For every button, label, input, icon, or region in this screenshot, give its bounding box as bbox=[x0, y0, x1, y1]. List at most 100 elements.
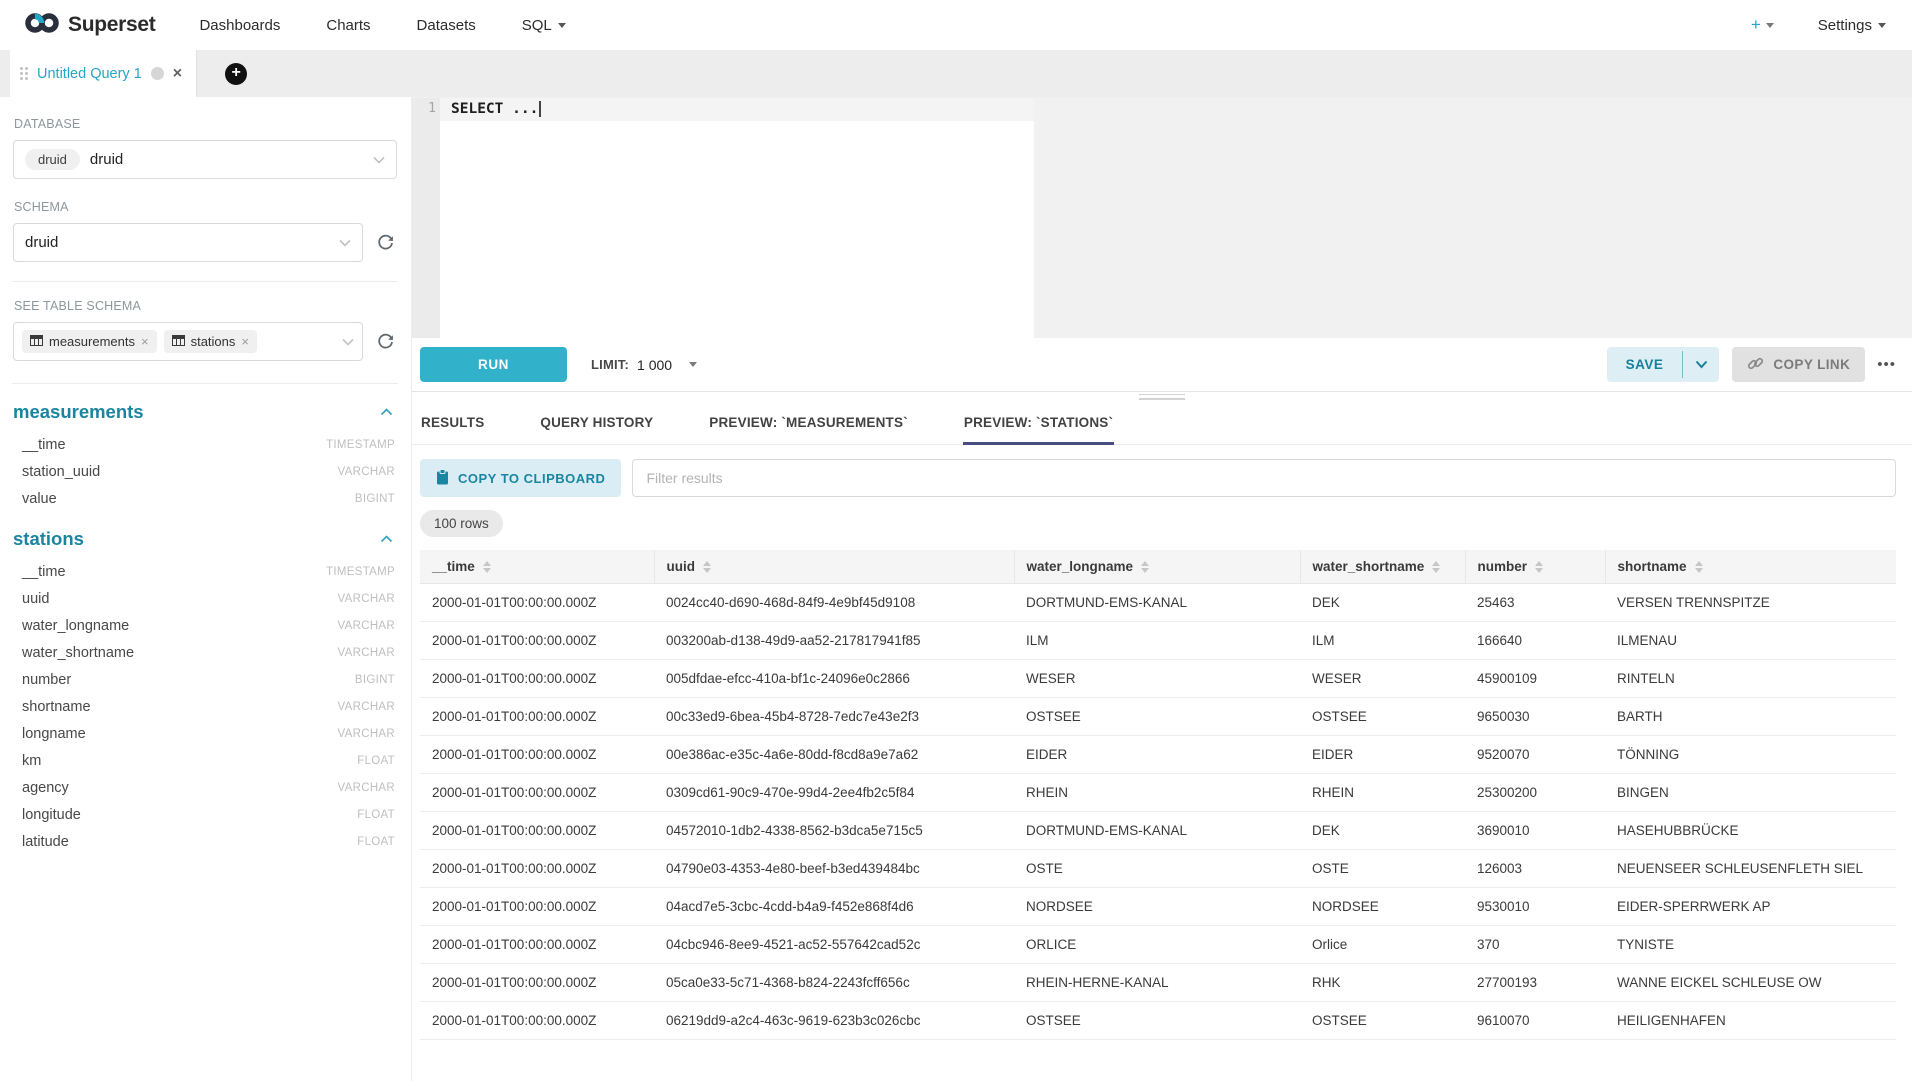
new-query-tab-button[interactable]: + bbox=[225, 63, 247, 85]
cell-shortname: HEILIGENHAFEN bbox=[1605, 1002, 1896, 1040]
column-name: water_longname bbox=[22, 618, 129, 634]
cell-number: 166640 bbox=[1465, 622, 1605, 660]
cell-shortname: ILMENAU bbox=[1605, 622, 1896, 660]
header-row: __time uuid bbox=[420, 550, 1896, 584]
save-options-button[interactable] bbox=[1683, 347, 1719, 382]
refresh-tables-button[interactable] bbox=[374, 329, 397, 355]
column-header[interactable]: uuid bbox=[654, 550, 1014, 584]
column-type: TIMESTAMP bbox=[326, 439, 395, 451]
cell-uuid: 04acd7e5-3cbc-4cdd-b4a9-f452e868f4d6 bbox=[654, 888, 1014, 926]
copy-link-label: COPY LINK bbox=[1773, 357, 1850, 372]
column-header[interactable]: water_longname bbox=[1014, 550, 1300, 584]
column-list: __time TIMESTAMP uuid VARCHAR water_long… bbox=[13, 558, 397, 855]
column-name: shortname bbox=[22, 699, 91, 715]
refresh-schema-button[interactable] bbox=[374, 230, 397, 256]
cell-water-shortname: ILM bbox=[1300, 622, 1465, 660]
column-header[interactable]: water_shortname bbox=[1300, 550, 1465, 584]
column-name: station_uuid bbox=[22, 464, 100, 480]
cell-shortname: TYNISTE bbox=[1605, 926, 1896, 964]
table-row: 2000-01-01T00:00:00.000Z 04572010-1db2-4… bbox=[420, 812, 1896, 850]
sort-icon bbox=[1141, 561, 1149, 573]
column-type: TIMESTAMP bbox=[326, 566, 395, 578]
table-chip-stations[interactable]: stations × bbox=[164, 330, 257, 353]
sql-editor[interactable]: 1 SELECT ... bbox=[412, 97, 1912, 338]
cell-water-longname: ILM bbox=[1014, 622, 1300, 660]
pane-resize-handle[interactable] bbox=[412, 392, 1912, 401]
row-count-badge: 100 rows bbox=[420, 510, 503, 537]
cell-number: 9650030 bbox=[1465, 698, 1605, 736]
table-chip-measurements[interactable]: measurements × bbox=[22, 330, 157, 353]
collapse-measurements-toggle[interactable]: measurements bbox=[13, 401, 397, 423]
save-button[interactable]: SAVE bbox=[1607, 347, 1683, 382]
nav-item-charts[interactable]: Charts bbox=[326, 17, 370, 34]
column-type: FLOAT bbox=[357, 809, 395, 821]
nav-item-sql[interactable]: SQL bbox=[522, 17, 566, 34]
database-label: DATABASE bbox=[14, 117, 397, 131]
results-panel: COPY TO CLIPBOARD 100 rows bbox=[412, 445, 1912, 1040]
copy-link-button[interactable]: COPY LINK bbox=[1732, 347, 1865, 382]
tab-query-history[interactable]: QUERY HISTORY bbox=[539, 407, 654, 445]
query-tab-active[interactable]: Untitled Query 1 × bbox=[10, 50, 197, 97]
new-item-button[interactable]: + bbox=[1751, 15, 1774, 35]
limit-dropdown[interactable]: LIMIT: 1 000 bbox=[591, 357, 697, 373]
chevron-down-icon bbox=[689, 362, 697, 367]
tab-results[interactable]: RESULTS bbox=[420, 407, 485, 445]
column-header-label: shortname bbox=[1618, 559, 1687, 574]
collapse-stations-toggle[interactable]: stations bbox=[13, 528, 397, 550]
tab-preview-measurements[interactable]: PREVIEW: `MEASUREMENTS` bbox=[708, 407, 909, 445]
column-header-label: water_longname bbox=[1027, 559, 1134, 574]
query-tab-bar: Untitled Query 1 × + bbox=[0, 50, 1912, 97]
results-table: __time uuid bbox=[420, 550, 1896, 1040]
cell-water-shortname: RHEIN bbox=[1300, 774, 1465, 812]
column-row: __time TIMESTAMP bbox=[13, 558, 397, 585]
table-schema-select[interactable]: measurements × stations × bbox=[13, 322, 363, 361]
drag-handle-icon[interactable] bbox=[20, 67, 28, 80]
column-name: number bbox=[22, 672, 71, 688]
column-name: km bbox=[22, 753, 41, 769]
query-tab-title: Untitled Query 1 bbox=[37, 66, 142, 82]
cell-time: 2000-01-01T00:00:00.000Z bbox=[420, 964, 654, 1002]
database-select[interactable]: druid druid bbox=[13, 140, 397, 179]
column-name: latitude bbox=[22, 834, 69, 850]
column-header-label: water_shortname bbox=[1313, 559, 1425, 574]
cell-number: 9520070 bbox=[1465, 736, 1605, 774]
column-header[interactable]: shortname bbox=[1605, 550, 1896, 584]
sql-code[interactable]: SELECT ... bbox=[451, 101, 541, 117]
cell-water-shortname: WESER bbox=[1300, 660, 1465, 698]
line-number: 1 bbox=[412, 98, 440, 116]
refresh-icon bbox=[376, 338, 395, 353]
remove-chip-icon[interactable]: × bbox=[141, 334, 149, 349]
copy-to-clipboard-label: COPY TO CLIPBOARD bbox=[458, 471, 605, 486]
cell-shortname: RINTELN bbox=[1605, 660, 1896, 698]
sidebar-divider bbox=[12, 281, 398, 282]
column-name: value bbox=[22, 491, 57, 507]
results-table-body: 2000-01-01T00:00:00.000Z 0024cc40-d690-4… bbox=[420, 584, 1896, 1040]
cell-shortname: HASEHUBBRÜCKE bbox=[1605, 812, 1896, 850]
more-actions-button[interactable]: ••• bbox=[1877, 356, 1896, 373]
cell-shortname: WANNE EICKEL SCHLEUSE OW bbox=[1605, 964, 1896, 1002]
column-header[interactable]: __time bbox=[420, 550, 654, 584]
cell-water-longname: DORTMUND-EMS-KANAL bbox=[1014, 584, 1300, 622]
superset-logo[interactable]: Superset bbox=[24, 10, 155, 41]
editor-right-pane bbox=[1034, 98, 1912, 338]
settings-menu[interactable]: Settings bbox=[1818, 17, 1886, 34]
cell-water-shortname: NORDSEE bbox=[1300, 888, 1465, 926]
close-tab-icon[interactable]: × bbox=[173, 66, 182, 82]
nav-item-dashboards[interactable]: Dashboards bbox=[199, 17, 280, 34]
cell-time: 2000-01-01T00:00:00.000Z bbox=[420, 774, 654, 812]
filter-results-input[interactable] bbox=[632, 459, 1896, 497]
run-button[interactable]: RUN bbox=[420, 347, 567, 382]
column-row: station_uuid VARCHAR bbox=[13, 458, 397, 485]
tab-preview-stations[interactable]: PREVIEW: `STATIONS` bbox=[963, 407, 1114, 445]
nav-item-datasets[interactable]: Datasets bbox=[417, 17, 476, 34]
column-header[interactable]: number bbox=[1465, 550, 1605, 584]
remove-chip-icon[interactable]: × bbox=[241, 334, 249, 349]
schema-select[interactable]: druid bbox=[13, 223, 363, 262]
table-row: 2000-01-01T00:00:00.000Z 04790e03-4353-4… bbox=[420, 850, 1896, 888]
cell-water-longname: RHEIN-HERNE-KANAL bbox=[1014, 964, 1300, 1002]
column-row: value BIGINT bbox=[13, 485, 397, 512]
copy-to-clipboard-button[interactable]: COPY TO CLIPBOARD bbox=[420, 459, 621, 497]
sort-icon bbox=[1535, 561, 1543, 573]
cell-shortname: TÖNNING bbox=[1605, 736, 1896, 774]
cell-water-longname: OSTE bbox=[1014, 850, 1300, 888]
